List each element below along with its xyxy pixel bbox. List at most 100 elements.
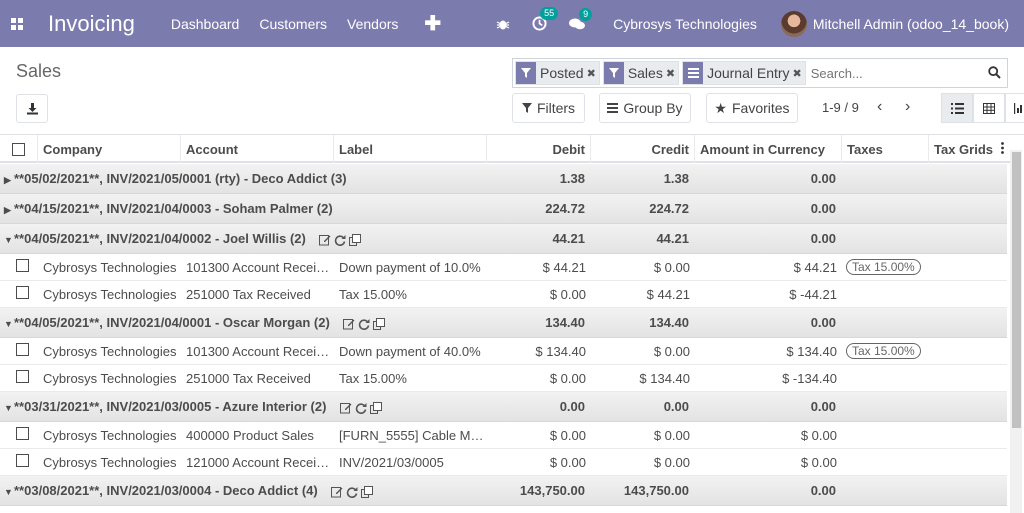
bar-chart-icon <box>1014 102 1022 114</box>
row-checkbox[interactable] <box>16 427 29 440</box>
group-debit: 44.21 <box>552 231 585 246</box>
company-switcher[interactable]: Cybrosys Technologies <box>613 16 757 32</box>
filter-icon <box>521 103 532 113</box>
tax-tag: Tax 15.00% <box>846 343 921 359</box>
remove-facet-icon[interactable]: ✖ <box>666 62 678 84</box>
table-row[interactable]: Cybrosys Technologies 400000 Product Sal… <box>0 422 1007 449</box>
messages-chat-icon[interactable]: 9 <box>569 7 593 31</box>
reload-icon[interactable] <box>355 402 367 414</box>
group-actions <box>331 485 374 498</box>
group-label: **04/15/2021**, INV/2021/04/0003 - Soham… <box>14 201 333 216</box>
apps-menu-icon[interactable] <box>0 0 34 47</box>
remove-facet-icon[interactable]: ✖ <box>793 62 805 84</box>
search-icon[interactable] <box>988 66 1001 82</box>
reload-icon[interactable] <box>346 486 358 498</box>
cell-company: Cybrosys Technologies <box>43 370 177 386</box>
search-input[interactable] <box>808 61 1007 85</box>
scrollbar-thumb[interactable] <box>1012 152 1021 428</box>
facet-sales: Sales ✖ <box>602 61 680 85</box>
group-row[interactable]: ▼**03/08/2021**, INV/2021/03/0004 - Deco… <box>0 476 1007 506</box>
pager-value[interactable]: 1-9 / 9 <box>822 100 859 115</box>
edit-icon[interactable] <box>340 402 352 414</box>
edit-icon[interactable] <box>343 318 355 330</box>
select-all-checkbox[interactable] <box>12 142 25 156</box>
quick-create-plus-icon[interactable]: ✚ <box>424 11 441 36</box>
col-company[interactable]: Company <box>38 135 181 163</box>
group-row[interactable]: ▶ **04/15/2021**, INV/2021/04/0003 - Soha… <box>0 194 1007 224</box>
cell-account: 251000 Tax Received <box>186 370 311 386</box>
row-checkbox[interactable] <box>16 286 29 299</box>
reload-icon[interactable] <box>334 234 346 246</box>
table-row[interactable]: Cybrosys Technologies 251000 Tax Receive… <box>0 365 1007 392</box>
col-debit[interactable]: Debit <box>487 135 591 163</box>
table-row[interactable]: Cybrosys Technologies 101300 Account Rec… <box>0 254 1007 281</box>
col-tax-grids[interactable]: Tax Grids <box>934 142 993 157</box>
bug-icon[interactable] <box>496 17 510 31</box>
cell-amount: $ 0.00 <box>800 454 837 470</box>
group-by-list-icon <box>683 62 704 84</box>
copy-icon[interactable] <box>349 233 362 246</box>
group-debit: 224.72 <box>545 201 585 216</box>
app-brand[interactable]: Invoicing <box>48 11 135 37</box>
group-row[interactable]: ▼**03/31/2021**, INV/2021/03/0005 - Azur… <box>0 392 1007 422</box>
table-header: Company Account Label Debit Credit Amoun… <box>0 135 1010 163</box>
activity-clock-icon[interactable]: 55 <box>532 7 559 31</box>
group-label: **04/05/2021**, INV/2021/04/0001 - Oscar… <box>14 315 330 330</box>
pivot-view-button[interactable] <box>973 93 1005 123</box>
edit-icon[interactable] <box>319 234 331 246</box>
list-view-button[interactable] <box>941 93 973 123</box>
vertical-scrollbar[interactable] <box>1010 150 1022 513</box>
cell-label: Tax 15.00% <box>339 286 407 302</box>
cell-company: Cybrosys Technologies <box>43 286 177 302</box>
user-avatar[interactable] <box>780 10 807 37</box>
edit-icon[interactable] <box>331 486 343 498</box>
group-by-button[interactable]: Group By <box>599 93 691 123</box>
row-checkbox[interactable] <box>16 370 29 383</box>
user-menu[interactable]: Mitchell Admin (odoo_14_book) <box>813 16 1009 32</box>
col-label[interactable]: Label <box>334 135 487 163</box>
copy-icon[interactable] <box>373 317 386 330</box>
cell-debit: $ 0.00 <box>549 454 586 470</box>
group-row[interactable]: ▼**04/05/2021**, INV/2021/04/0002 - Joel… <box>0 224 1007 254</box>
remove-facet-icon[interactable]: ✖ <box>587 62 599 84</box>
menu-dashboard[interactable]: Dashboard <box>171 16 240 32</box>
favorites-button[interactable]: ★ Favorites <box>706 93 798 123</box>
group-actions <box>340 401 383 414</box>
menu-customers[interactable]: Customers <box>259 16 327 32</box>
copy-icon[interactable] <box>370 401 383 414</box>
table-row[interactable]: Cybrosys Technologies 101300 Account Rec… <box>0 338 1007 365</box>
copy-icon[interactable] <box>361 485 374 498</box>
download-icon <box>26 103 38 115</box>
cell-account: 101300 Account Recei… <box>186 259 330 275</box>
cell-credit: $ 0.00 <box>653 454 690 470</box>
group-debit: 134.40 <box>545 315 585 330</box>
col-account[interactable]: Account <box>181 135 334 163</box>
col-taxes[interactable]: Taxes <box>842 135 929 163</box>
cell-label: Tax 15.00% <box>339 370 407 386</box>
col-amount-currency[interactable]: Amount in Currency <box>695 135 842 163</box>
table-row[interactable]: Cybrosys Technologies 121000 Account Rec… <box>0 449 1007 476</box>
graph-view-button[interactable] <box>1005 93 1024 123</box>
facet-journal-entry: Journal Entry ✖ <box>682 61 806 85</box>
cell-amount: $ 44.21 <box>793 259 837 275</box>
row-checkbox[interactable] <box>16 454 29 467</box>
cell-label: [FURN_5555] Cable M… <box>339 427 484 443</box>
pager-next-icon[interactable]: › <box>905 98 910 116</box>
pager-previous-icon[interactable]: ‹ <box>877 98 882 116</box>
reload-icon[interactable] <box>358 318 370 330</box>
row-checkbox[interactable] <box>16 259 29 272</box>
filters-button[interactable]: Filters <box>512 93 585 123</box>
col-credit[interactable]: Credit <box>591 135 695 163</box>
row-checkbox[interactable] <box>16 343 29 356</box>
optional-columns-icon[interactable] <box>1001 142 1004 157</box>
group-row[interactable]: ▶ **05/02/2021**, INV/2021/05/0001 (rty) … <box>0 164 1007 194</box>
cell-amount: $ 0.00 <box>800 427 837 443</box>
group-debit: 0.00 <box>559 399 585 414</box>
cell-company: Cybrosys Technologies <box>43 259 177 275</box>
menu-vendors[interactable]: Vendors <box>347 16 398 32</box>
table-row[interactable]: Cybrosys Technologies 251000 Tax Receive… <box>0 281 1007 308</box>
filter-icon <box>516 62 536 84</box>
caret-down-icon: ▼ <box>4 235 13 245</box>
group-row[interactable]: ▼**04/05/2021**, INV/2021/04/0001 - Osca… <box>0 308 1007 338</box>
export-download-button[interactable] <box>16 94 48 123</box>
